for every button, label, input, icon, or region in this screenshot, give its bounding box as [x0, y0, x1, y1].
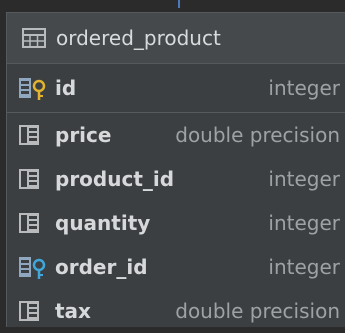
column-type: double precision [175, 299, 340, 323]
column-icon [19, 213, 39, 233]
primary-key-column-icon [19, 78, 46, 100]
column-icon [19, 301, 39, 321]
table-icon [22, 28, 46, 48]
column-row-tax[interactable]: tax double precision [7, 289, 345, 333]
column-type: integer [268, 255, 340, 279]
foreign-key-column-icon [19, 257, 46, 279]
entity-title: ordered_product [56, 26, 221, 50]
column-row-quantity[interactable]: quantity integer [7, 201, 345, 245]
column-type: integer [268, 76, 340, 100]
column-icon [19, 169, 39, 189]
column-type: integer [268, 167, 340, 191]
column-type: double precision [175, 123, 340, 147]
column-row-order-id[interactable]: order_id integer [7, 245, 345, 289]
column-name: product_id [55, 167, 175, 191]
column-icon [19, 125, 39, 145]
entity-box-ordered-product[interactable]: ordered_product id integer price double … [6, 12, 345, 327]
column-name: price [55, 123, 112, 147]
column-row-product-id[interactable]: product_id integer [7, 157, 345, 201]
connection-line [178, 0, 180, 8]
column-name: id [55, 76, 77, 100]
column-row-price[interactable]: price double precision [7, 113, 345, 157]
column-name: order_id [55, 255, 148, 279]
column-type: integer [268, 211, 340, 235]
column-row-id[interactable]: id integer [7, 64, 345, 113]
column-name: quantity [55, 211, 151, 235]
entity-header[interactable]: ordered_product [7, 13, 345, 64]
column-name: tax [55, 299, 91, 323]
